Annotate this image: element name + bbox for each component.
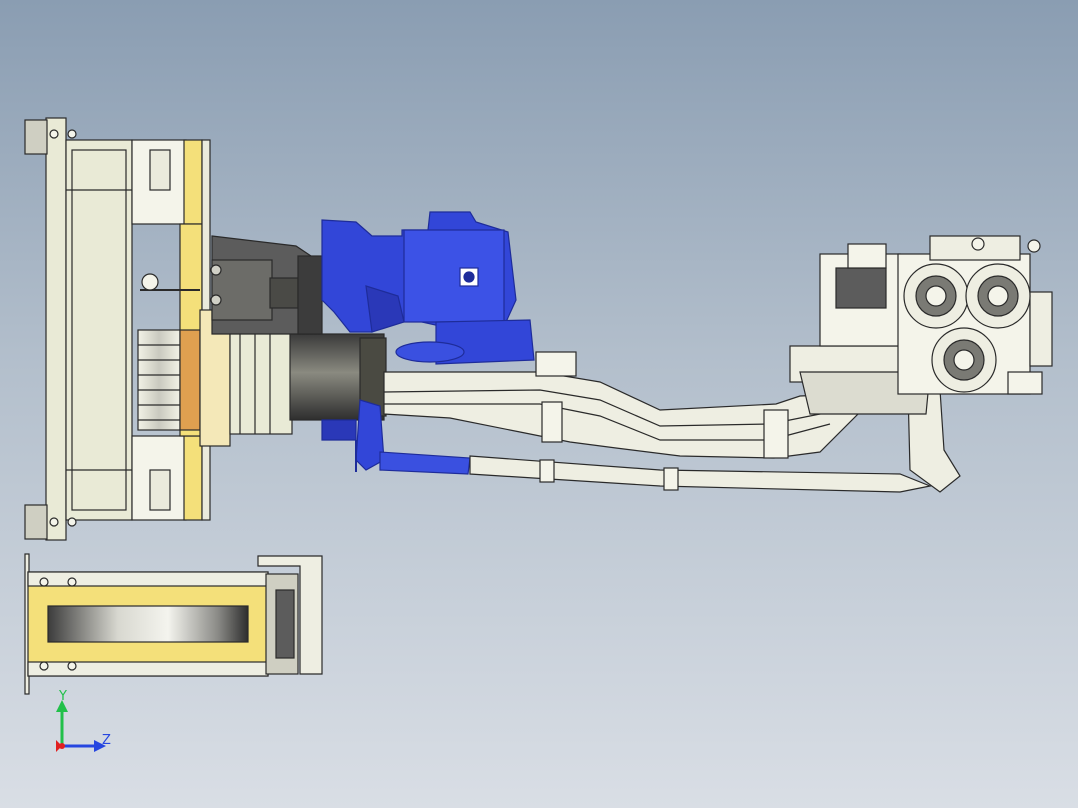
base-gear-unit bbox=[789, 235, 1053, 415]
gearbox-housing bbox=[140, 235, 323, 335]
z-axis-label: Z bbox=[102, 733, 111, 748]
assembly-drawing: Y Z bbox=[24, 117, 1053, 752]
mounting-plate-assembly bbox=[24, 117, 211, 541]
y-axis-label: Y bbox=[58, 689, 67, 704]
coordinate-triad: Y Z bbox=[56, 689, 111, 752]
cad-viewport[interactable]: Y Z bbox=[0, 0, 1078, 808]
detail-inset-view bbox=[24, 553, 323, 695]
